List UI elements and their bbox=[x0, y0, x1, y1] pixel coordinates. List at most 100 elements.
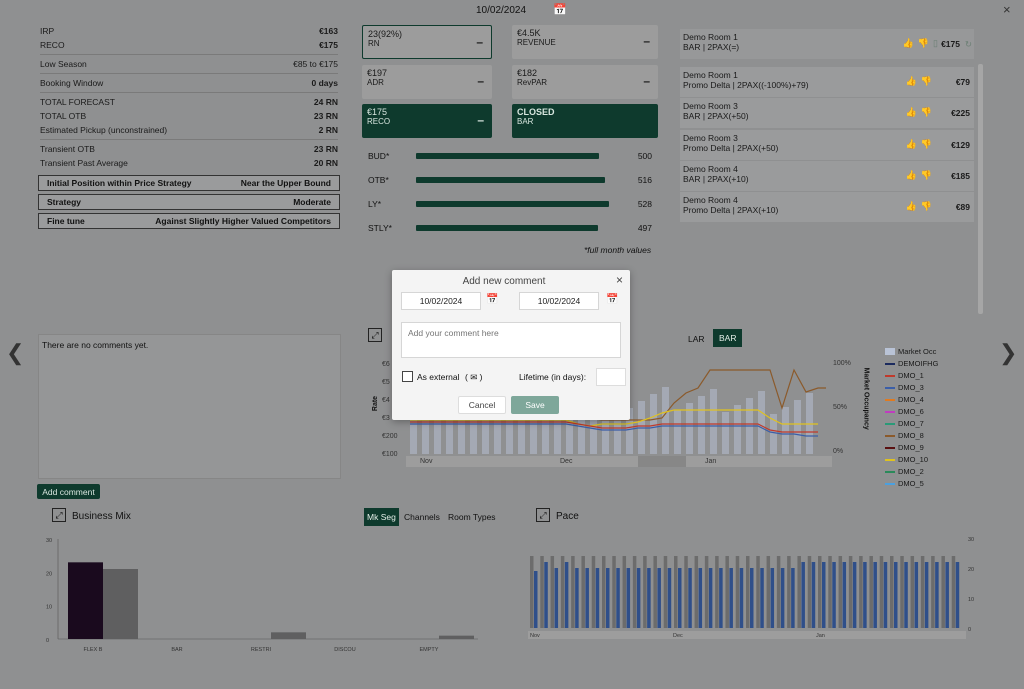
modal-close-icon[interactable]: × bbox=[616, 273, 623, 287]
rate-chart-scroll[interactable] bbox=[406, 456, 832, 467]
pace-bar-capacity bbox=[550, 556, 555, 628]
pace-bar-otb bbox=[606, 568, 610, 628]
pace-bar-otb bbox=[935, 562, 939, 628]
date-display[interactable]: 10/02/2024 bbox=[476, 5, 526, 16]
strategy-row: Strategy Moderate bbox=[38, 194, 340, 210]
legend-item[interactable]: DMO_5 bbox=[885, 479, 924, 488]
irp-row: IRP €163 bbox=[40, 26, 338, 36]
pace-bar-capacity bbox=[828, 556, 832, 628]
room-header[interactable]: Demo Room 1 BAR | 2PAX(=) 👍👎▯ €175 ↻ bbox=[680, 29, 974, 59]
tab-room-types[interactable]: Room Types bbox=[446, 508, 498, 526]
calendar-icon[interactable]: 📅 bbox=[553, 3, 567, 16]
rooms-scrollbar[interactable] bbox=[978, 64, 983, 314]
tab-lar[interactable]: LAR bbox=[684, 331, 709, 347]
month-label: Jan bbox=[705, 458, 717, 465]
pace-bar-capacity bbox=[746, 556, 750, 628]
cancel-button[interactable]: Cancel bbox=[458, 396, 506, 414]
refresh-icon[interactable]: ↻ bbox=[965, 39, 972, 50]
end-calendar-icon[interactable]: 📅 bbox=[606, 294, 618, 305]
room-item[interactable]: Demo Room 3 BAR | 2PAX(+50) 👍👎 €225 bbox=[680, 98, 974, 129]
tab-channels[interactable]: Channels bbox=[402, 508, 442, 526]
pace-bar-capacity bbox=[540, 556, 544, 628]
pace-ytick: 10 bbox=[968, 597, 974, 603]
rate-chart-scroll-thumb[interactable] bbox=[638, 456, 686, 467]
bar-label: STLY* bbox=[368, 223, 392, 233]
legend-item[interactable]: DMO_6 bbox=[885, 407, 924, 416]
start-calendar-icon[interactable]: 📅 bbox=[486, 294, 498, 305]
start-date-field[interactable]: 10/02/2024 bbox=[401, 292, 481, 310]
modal-title: Add new comment bbox=[462, 276, 546, 287]
pace-bar-capacity bbox=[848, 556, 853, 628]
market-occ-bar bbox=[734, 405, 741, 454]
thumb-icons[interactable]: 👍👎▯ bbox=[903, 38, 942, 49]
legend-item[interactable]: DMO_10 bbox=[885, 455, 928, 464]
legend-item[interactable]: DMO_9 bbox=[885, 443, 924, 452]
save-button[interactable]: Save bbox=[511, 396, 559, 414]
room-item[interactable]: Demo Room 1 Promo Delta | 2PAX((-100%)+79… bbox=[680, 67, 974, 97]
thumb-icons[interactable]: 👍👎 bbox=[906, 139, 936, 150]
room-price: €129 bbox=[951, 139, 970, 150]
tab-mk-seg[interactable]: Mk Seg bbox=[364, 508, 399, 526]
legend-item[interactable]: DMO_3 bbox=[885, 383, 924, 392]
lifetime-label: Lifetime (in days): bbox=[519, 372, 587, 382]
pace-bar-capacity bbox=[756, 556, 760, 628]
pace-bar-otb bbox=[873, 562, 877, 628]
kpi-status[interactable]: CLOSED BAR bbox=[512, 104, 658, 138]
bm-category-label: FLEX B bbox=[84, 647, 103, 653]
legend-item[interactable]: DMO_1 bbox=[885, 371, 924, 380]
legend-item[interactable]: DMO_2 bbox=[885, 467, 924, 476]
bar-fill bbox=[416, 201, 610, 207]
external-checkbox[interactable] bbox=[402, 371, 413, 382]
total-otb-row: TOTAL OTB 23 RN bbox=[40, 111, 338, 121]
legend-item[interactable]: DMO_7 bbox=[885, 419, 924, 428]
business-mix-expand-icon[interactable]: ⤢ bbox=[52, 508, 66, 522]
pace-bar-otb bbox=[832, 562, 836, 628]
thumb-icons[interactable]: 👍👎 bbox=[906, 170, 936, 181]
kpi-reco[interactable]: €175 RECO – bbox=[362, 104, 492, 138]
tab-bar[interactable]: BAR bbox=[713, 329, 743, 347]
market-occ-bar bbox=[650, 394, 657, 454]
legend-item[interactable]: DEMOIFHG bbox=[885, 359, 938, 368]
thumb-icons[interactable]: 👍👎 bbox=[906, 107, 936, 118]
pace-expand-icon[interactable]: ⤢ bbox=[536, 508, 550, 522]
pace-bar-capacity bbox=[890, 556, 894, 628]
thumb-icons[interactable]: 👍👎 bbox=[906, 76, 936, 87]
pace-title: Pace bbox=[556, 511, 579, 522]
bar-row: STLY* 497 bbox=[368, 221, 658, 235]
bar-value: 528 bbox=[637, 199, 652, 209]
lifetime-input[interactable] bbox=[596, 368, 626, 386]
pace-bar-capacity bbox=[694, 556, 699, 628]
room-item[interactable]: Demo Room 3 Promo Delta | 2PAX(+50) 👍👎 €129 bbox=[680, 129, 974, 160]
kpi-rn[interactable]: 23(92%) RN – bbox=[362, 25, 492, 59]
pace-bar-capacity bbox=[879, 556, 884, 628]
pace-bar-capacity bbox=[663, 556, 668, 628]
kpi-revenue[interactable]: €4.5K REVENUE – bbox=[512, 25, 658, 59]
add-comment-button[interactable]: Add comment bbox=[37, 484, 100, 499]
legend-item[interactable]: Market Occ bbox=[885, 347, 936, 356]
market-occ-bar bbox=[758, 391, 765, 454]
kpi-revpar[interactable]: €182 RevPAR – bbox=[512, 65, 658, 99]
expand-icon[interactable]: ⤢ bbox=[368, 328, 382, 342]
legend-item[interactable]: DMO_4 bbox=[885, 395, 924, 404]
thumb-icons[interactable]: 👍👎 bbox=[906, 201, 936, 212]
prev-arrow-icon[interactable]: ❮ bbox=[6, 340, 24, 366]
bar-row: LY* 528 bbox=[368, 197, 658, 211]
pace-bar-otb bbox=[719, 568, 723, 628]
pace-bar-otb bbox=[616, 568, 620, 628]
pace-bar-otb bbox=[894, 562, 898, 628]
comment-textarea[interactable] bbox=[401, 322, 621, 358]
kpi-adr[interactable]: €197 ADR – bbox=[362, 65, 492, 99]
pace-bar-capacity bbox=[941, 556, 945, 628]
pace-bar-otb bbox=[564, 562, 569, 628]
end-date-field[interactable]: 10/02/2024 bbox=[519, 292, 599, 310]
legend-item[interactable]: DMO_8 bbox=[885, 431, 924, 440]
pace-bar-capacity bbox=[571, 556, 575, 628]
pace-bar-capacity bbox=[591, 556, 596, 628]
room-item[interactable]: Demo Room 4 Promo Delta | 2PAX(+10) 👍👎 €89 bbox=[680, 192, 974, 223]
close-icon[interactable]: × bbox=[1003, 2, 1011, 17]
pace-chart: 30 20 10 0 Nov Dec Jan bbox=[528, 537, 974, 639]
pace-bar-otb bbox=[575, 568, 579, 628]
market-occ-bar bbox=[698, 396, 705, 454]
next-arrow-icon[interactable]: ❯ bbox=[999, 340, 1017, 366]
room-item[interactable]: Demo Room 4 BAR | 2PAX(+10) 👍👎 €185 bbox=[680, 160, 974, 191]
